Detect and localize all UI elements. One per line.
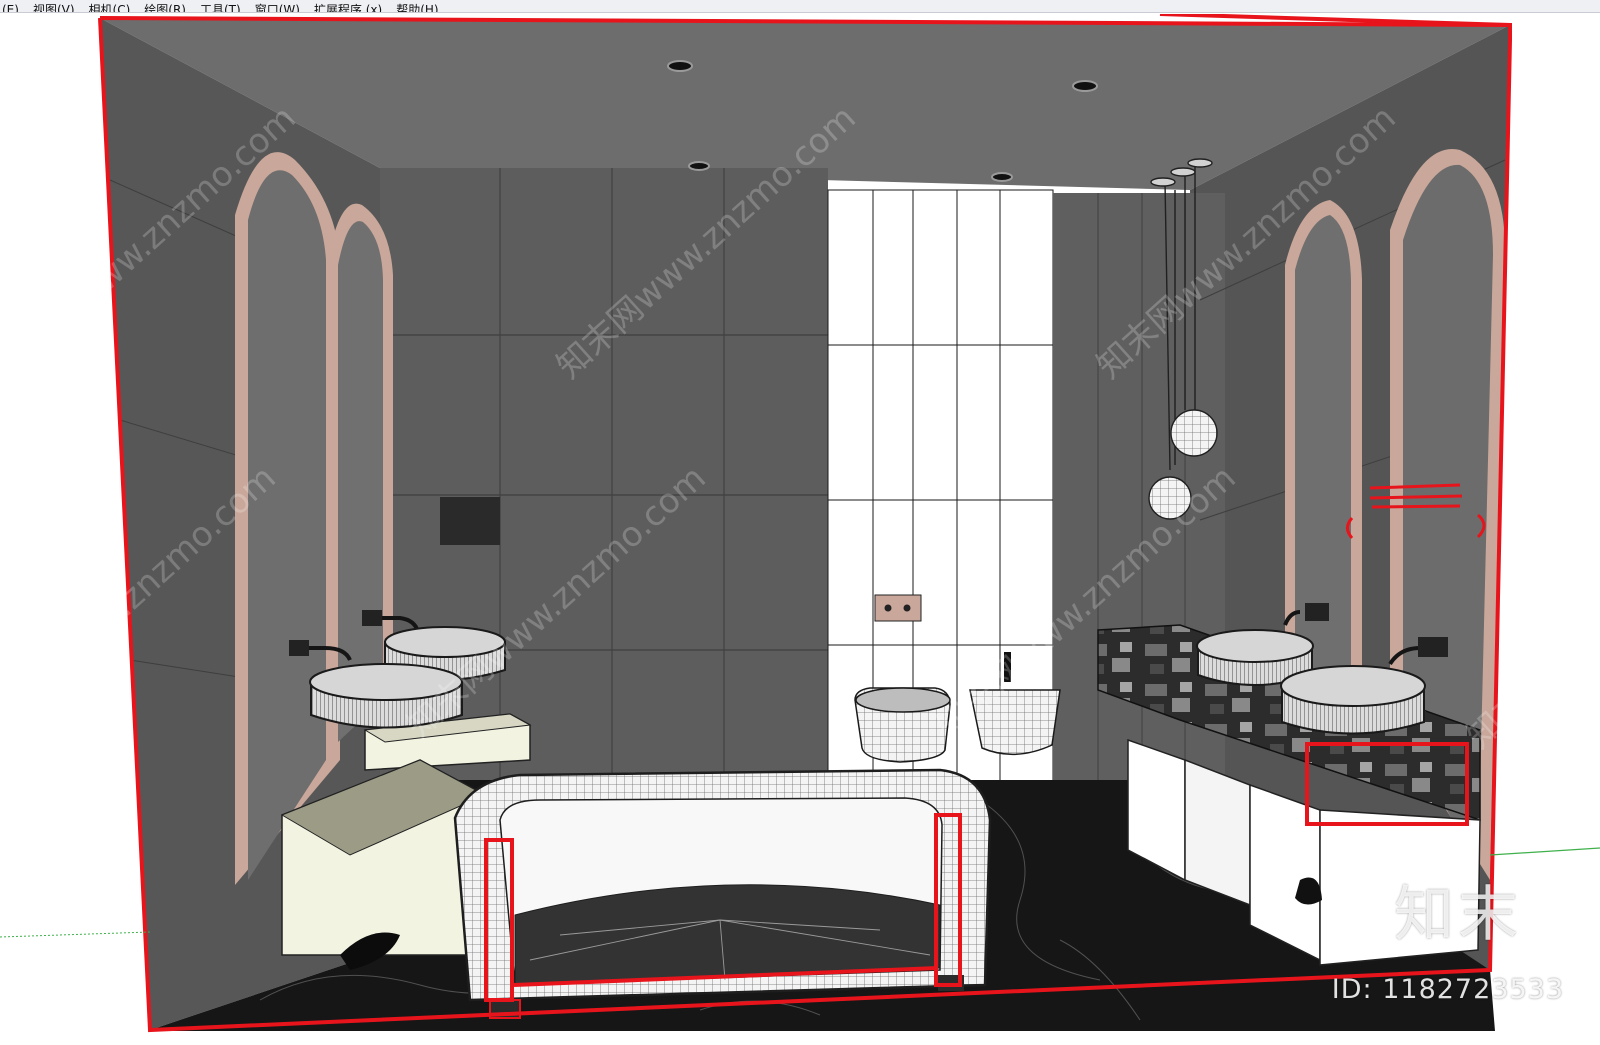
menu-edit[interactable]: (E) [2,4,19,12]
menu-window[interactable]: 窗口(W) [255,4,300,12]
green-axis-line [1489,847,1600,856]
menu-bar: (E) 视图(V) 相机(C) 绘图(R) 工具(T) 窗口(W) 扩展程序 (… [0,0,1600,13]
wall-switch-panel [440,497,500,545]
menu-draw[interactable]: 绘图(R) [144,4,186,12]
freestanding-bathtub [453,768,992,1002]
green-axis-line-left [0,931,151,938]
menu-extensions[interactable]: 扩展程序 (x) [314,4,382,12]
image-id-label: ID: 1182723533 [1331,974,1564,1005]
right-sink-front [1280,665,1426,735]
menu-tools[interactable]: 工具(T) [200,4,241,12]
model-viewport[interactable]: 知末网www.znzmo.com 知末网www.znzmo.com 知末网www… [0,14,1600,1045]
menu-help[interactable]: 帮助(H) [396,4,438,12]
brand-logo: 知末 [1394,880,1522,950]
menu-view[interactable]: 视图(V) [33,4,75,12]
left-arch-mirror-outer [235,152,340,885]
flush-plate [874,594,922,622]
menu-camera[interactable]: 相机(C) [89,4,131,12]
